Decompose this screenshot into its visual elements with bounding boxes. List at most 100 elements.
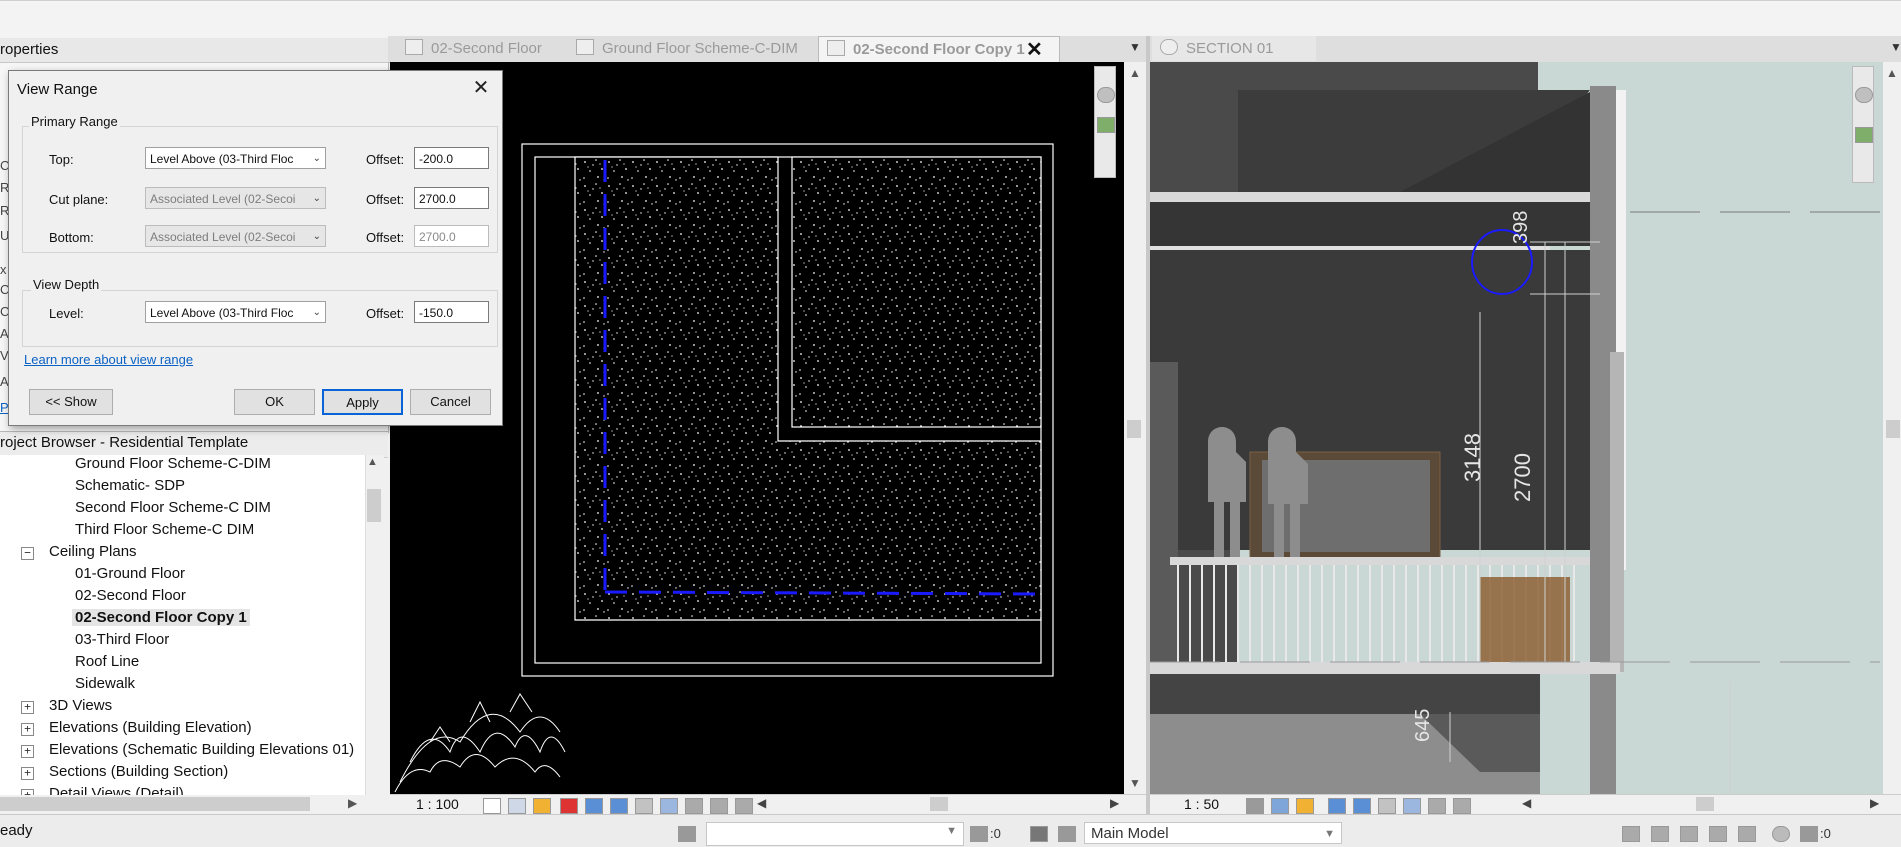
tree-item-ceiling-plans[interactable]: Ceiling Plans [49,543,137,560]
dimension-645[interactable]: 645 [1412,709,1435,742]
tree-item-detail-views[interactable]: Detail Views (Detail) [49,785,184,795]
zoom-icon[interactable] [1097,117,1115,133]
tab-close-icon[interactable]: ✕ [1026,37,1043,62]
tree-item[interactable]: Roof Line [75,653,139,670]
top-level-select[interactable]: Level Above (03-Third Floc ⌄ [145,147,326,169]
sun-path-icon[interactable] [1296,798,1314,814]
temporary-hide-icon[interactable] [635,798,653,814]
scroll-up-icon[interactable]: ▲ [1129,66,1141,80]
design-options-icon[interactable] [1030,826,1048,842]
filter-icon[interactable] [1800,826,1818,842]
top-offset-input[interactable]: -200.0 [414,147,489,169]
tab-ground-floor-scheme[interactable]: Ground Floor Scheme-C-DIM [566,36,808,61]
tree-item[interactable]: Third Floor Scheme-C DIM [75,521,254,538]
section-scroll-thumb[interactable] [1886,420,1900,438]
tree-item[interactable]: 02-Second Floor [75,587,186,604]
tree-item-elevations-schematic[interactable]: Elevations (Schematic Building Elevation… [49,741,354,758]
tree-item[interactable]: Second Floor Scheme-C DIM [75,499,271,516]
expand-icon[interactable]: + [21,701,34,714]
workset-select[interactable]: ▼ [706,822,964,846]
crop-view-icon[interactable] [585,798,603,814]
expand-icon[interactable]: + [21,723,34,736]
show-crop-icon[interactable] [1353,798,1371,814]
crop-view-icon[interactable] [1328,798,1346,814]
tree-item[interactable]: 03-Third Floor [75,631,169,648]
section-drawing-canvas[interactable]: 398 3148 2700 645 [1150,62,1883,794]
shadows-icon[interactable] [560,798,578,814]
cut-plane-offset-input[interactable]: 2700.0 [414,187,489,209]
background-processes-icon[interactable] [1772,826,1790,842]
worksets-icon[interactable] [678,826,696,842]
section-hscroll-thumb[interactable] [1696,797,1714,811]
dimension-398[interactable]: 398 [1510,211,1533,244]
editable-only-icon[interactable] [970,826,988,842]
cancel-button[interactable]: Cancel [410,389,491,415]
reveal-hidden-icon[interactable] [1403,798,1421,814]
bottom-level-select[interactable]: Associated Level (02-Secoi ⌄ [145,225,326,247]
tree-item[interactable]: Sidewalk [75,675,135,692]
tab-02-second-floor[interactable]: 02-Second Floor [395,36,552,61]
expand-icon[interactable]: + [21,767,34,780]
collapse-icon[interactable]: − [21,547,34,560]
tab-overflow-chevron-icon[interactable]: ▼ [1890,40,1901,54]
browser-hscroll-thumb[interactable] [0,797,310,811]
dimension-3148[interactable]: 3148 [1460,433,1486,482]
tree-item-3d-views[interactable]: 3D Views [49,697,112,714]
navigation-bar[interactable] [1094,66,1116,178]
scroll-right-icon[interactable]: ▶ [1110,796,1119,810]
tree-item-sections[interactable]: Sections (Building Section) [49,763,228,780]
section-scale[interactable]: 1 : 50 [1184,796,1219,812]
detail-level-icon[interactable] [1246,798,1264,814]
link-select-icon[interactable] [1622,826,1640,842]
design-option-select[interactable]: Main Model ▼ [1084,822,1342,844]
plan-scroll-thumb[interactable] [1127,420,1141,438]
highlight-displacement-icon[interactable] [735,798,753,814]
show-crop-icon[interactable] [610,798,628,814]
tree-item-elevations[interactable]: Elevations (Building Elevation) [49,719,252,736]
face-select-icon[interactable] [1709,826,1727,842]
underlay-select-icon[interactable] [1651,826,1669,842]
analytical-model-icon[interactable] [1453,798,1471,814]
tab-02-second-floor-copy-1[interactable]: 02-Second Floor Copy 1 [818,36,1060,62]
show-button[interactable]: << Show [29,389,113,415]
drag-elements-icon[interactable] [1738,826,1756,842]
dimension-2700[interactable]: 2700 [1510,453,1536,502]
scroll-up-icon[interactable]: ▲ [1886,66,1898,80]
design-option-set-icon[interactable] [1058,826,1076,842]
ok-button[interactable]: OK [234,389,315,415]
steering-wheel-icon[interactable] [1097,87,1115,103]
bottom-offset-input[interactable]: 2700.0 [414,225,489,247]
depth-level-select[interactable]: Level Above (03-Third Floc ⌄ [145,301,326,323]
tree-item[interactable]: Schematic- SDP [75,477,185,494]
temporary-hide-icon[interactable] [1378,798,1396,814]
plan-scale[interactable]: 1 : 100 [416,796,459,812]
browser-scroll-thumb[interactable] [367,489,381,522]
analytical-model-icon[interactable] [710,798,728,814]
close-icon[interactable]: ✕ [468,76,494,100]
navigation-bar[interactable] [1852,66,1874,183]
tree-item-selected[interactable]: 02-Second Floor Copy 1 [72,609,250,626]
apply-button[interactable]: Apply [322,389,403,415]
zoom-icon[interactable] [1855,127,1873,143]
tab-overflow-chevron-icon[interactable]: ▼ [1129,40,1141,54]
worksharing-icon[interactable] [1428,798,1446,814]
scroll-right-icon[interactable]: ▶ [348,796,357,810]
visual-style-icon[interactable] [1271,798,1289,814]
scroll-right-icon[interactable]: ▶ [1870,796,1879,810]
tree-item[interactable]: Ground Floor Scheme-C-DIM [75,455,271,472]
scroll-left-icon[interactable]: ◀ [757,796,766,810]
reveal-hidden-icon[interactable] [660,798,678,814]
expand-icon[interactable]: + [21,745,34,758]
detail-level-icon[interactable] [483,798,501,814]
depth-offset-input[interactable]: -150.0 [414,301,489,323]
tree-item[interactable]: 01-Ground Floor [75,565,185,582]
learn-more-link[interactable]: Learn more about view range [24,352,193,367]
pinned-select-icon[interactable] [1680,826,1698,842]
scroll-down-icon[interactable]: ▼ [1129,776,1141,790]
cut-plane-level-select[interactable]: Associated Level (02-Secoi ⌄ [145,187,326,209]
scroll-up-icon[interactable]: ▲ [367,456,378,468]
scroll-left-icon[interactable]: ◀ [1522,796,1531,810]
worksharing-icon[interactable] [685,798,703,814]
plan-hscroll-thumb[interactable] [930,797,948,811]
visual-style-icon[interactable] [508,798,526,814]
